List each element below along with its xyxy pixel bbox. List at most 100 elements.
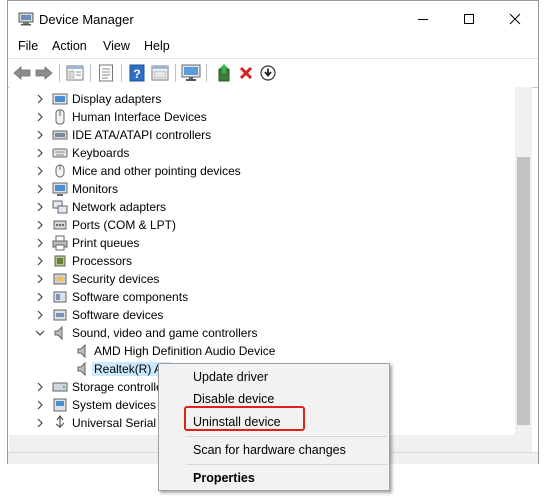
download-icon [260, 65, 276, 81]
port-icon [53, 220, 67, 230]
chevron-right-icon[interactable] [35, 418, 45, 428]
tree-category-item[interactable]: Network adapters [9, 198, 509, 216]
tree-category-item[interactable]: Display adapters [9, 90, 509, 108]
tree-item-label: Security devices [72, 272, 160, 286]
uninstall-icon [239, 66, 253, 80]
tree-category-item[interactable]: Software components [9, 288, 509, 306]
toolbar: ? [8, 58, 538, 88]
tree-item-label: Display adapters [72, 92, 162, 106]
chevron-right-icon[interactable] [35, 184, 45, 194]
mouse-icon [55, 164, 65, 178]
tree-category-item[interactable]: IDE ATA/ATAPI controllers [9, 126, 509, 144]
tree-item-label: Processors [72, 254, 133, 268]
tree-category-item[interactable]: Human Interface Devices [9, 108, 509, 126]
processor-icon [54, 255, 66, 267]
list-icon [99, 64, 113, 82]
chevron-right-icon[interactable] [35, 310, 45, 320]
chevron-right-icon[interactable] [35, 382, 45, 392]
tree-category-item[interactable]: Software devices [9, 306, 509, 324]
storage-icon [52, 382, 68, 392]
tree-item-label: Monitors [72, 182, 119, 196]
maximize-icon [464, 14, 474, 24]
tree-item-label: Sound, video and game controllers [72, 326, 258, 340]
update-driver-button[interactable] [214, 63, 234, 83]
toolbar-separator [206, 64, 207, 82]
chevron-down-icon[interactable] [35, 328, 45, 338]
printer-icon [52, 235, 68, 251]
tree-category-item[interactable]: Keyboards [9, 144, 509, 162]
tree-item-label: Storage controlle [72, 380, 163, 394]
tree-category-item[interactable]: Security devices [9, 270, 509, 288]
uninstall-highlight-box [184, 406, 305, 431]
chevron-right-icon[interactable] [35, 112, 45, 122]
scan-hardware-menu-item[interactable]: Scan for hardware changes [193, 443, 346, 457]
maximize-button[interactable] [446, 1, 492, 37]
tree-category-item[interactable]: Sound, video and game controllers [9, 324, 509, 342]
vertical-scrollbar[interactable] [515, 87, 532, 435]
ide-icon [52, 130, 68, 140]
chevron-right-icon[interactable] [35, 220, 45, 230]
minimize-button[interactable] [400, 1, 446, 37]
forward-button[interactable] [34, 63, 54, 83]
scrollbar-thumb[interactable] [517, 157, 530, 425]
help-button[interactable]: ? [127, 63, 147, 83]
tree-item-label: IDE ATA/ATAPI controllers [72, 128, 212, 142]
chevron-right-icon[interactable] [35, 130, 45, 140]
toolbar-separator [90, 64, 91, 82]
properties-button[interactable] [65, 63, 85, 83]
display-adapter-icon [52, 93, 68, 105]
view-button[interactable] [150, 63, 170, 83]
tree-item-label: Mice and other pointing devices [72, 164, 241, 178]
chevron-right-icon[interactable] [35, 292, 45, 302]
close-button[interactable] [492, 1, 538, 37]
security-icon [53, 273, 67, 285]
system-icon [53, 398, 67, 412]
close-icon [509, 13, 521, 25]
chevron-right-icon[interactable] [35, 400, 45, 410]
chevron-right-icon[interactable] [35, 202, 45, 212]
chevron-right-icon[interactable] [35, 148, 45, 158]
title-bar[interactable]: Device Manager [8, 1, 538, 37]
keyboard-icon [52, 148, 68, 158]
toolbar-separator [121, 64, 122, 82]
chevron-right-icon[interactable] [35, 166, 45, 176]
hid-icon [55, 109, 65, 125]
tree-item-label: Keyboards [72, 146, 130, 160]
back-button[interactable] [12, 63, 32, 83]
chevron-right-icon[interactable] [35, 256, 45, 266]
monitor-button[interactable] [181, 63, 201, 83]
speaker-icon [77, 343, 86, 359]
forward-icon [35, 66, 53, 80]
uninstall-button[interactable] [236, 63, 256, 83]
update-driver-menu-item[interactable]: Update driver [193, 370, 268, 384]
speaker-icon [54, 325, 63, 341]
network-icon [52, 200, 68, 214]
tree-item-label: Human Interface Devices [72, 110, 207, 124]
menu-view[interactable]: View [103, 39, 130, 53]
software-component-icon [53, 291, 67, 303]
list-button[interactable] [96, 63, 116, 83]
tree-category-item[interactable]: Mice and other pointing devices [9, 162, 509, 180]
disable-device-menu-item[interactable]: Disable device [193, 392, 274, 406]
download-button[interactable] [258, 63, 278, 83]
tree-category-item[interactable]: Ports (COM & LPT) [9, 216, 509, 234]
properties-menu-item[interactable]: Properties [193, 471, 255, 485]
tree-category-item[interactable]: Print queues [9, 234, 509, 252]
menu-help[interactable]: Help [144, 39, 170, 53]
toolbar-separator [59, 64, 60, 82]
tree-child-item[interactable]: AMD High Definition Audio Device [9, 342, 509, 360]
help-icon: ? [129, 64, 145, 82]
chevron-right-icon[interactable] [35, 274, 45, 284]
minimize-icon [418, 19, 428, 20]
tree-category-item[interactable]: Processors [9, 252, 509, 270]
chevron-right-icon[interactable] [35, 94, 45, 104]
menu-action[interactable]: Action [52, 39, 87, 53]
tree-category-item[interactable]: Monitors [9, 180, 509, 198]
monitor-icon [52, 182, 68, 196]
menu-separator [187, 436, 387, 437]
tree-item-label: System devices [72, 398, 157, 412]
menu-file[interactable]: File [18, 39, 38, 53]
software-device-icon [53, 309, 67, 321]
speaker-icon [77, 361, 86, 377]
chevron-right-icon[interactable] [35, 238, 45, 248]
